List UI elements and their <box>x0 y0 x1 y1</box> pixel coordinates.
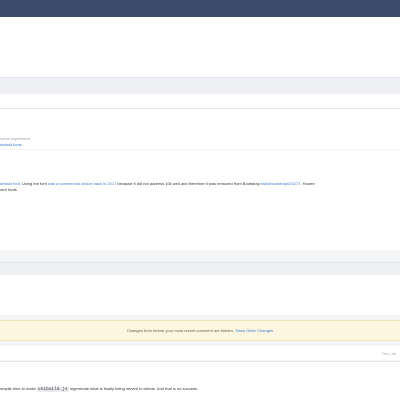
pager-date: Thu, Jul <box>381 351 396 356</box>
comment-text-segment: because it did not address 10k well and … <box>116 181 262 186</box>
comment-link-commercial-choice[interactable]: was a commercial choice back in 2017 <box>48 181 116 186</box>
comment-text-line-2: rent fonts. <box>0 187 18 192</box>
footer-text-prefix: ompile time to make <box>0 386 37 391</box>
comment-text-line-1: default font. Using the font was a comme… <box>0 181 315 186</box>
meta-line: some experience <box>0 136 31 141</box>
top-navigation-bar <box>0 0 400 17</box>
notice-text: Changes from before your most recent com… <box>0 328 400 333</box>
footer-comment: ompile time to make unibuild.js regenera… <box>0 362 400 400</box>
comment-link-default-font[interactable]: default font <box>0 181 20 186</box>
pager-bar: Thu, Jul <box>0 346 400 360</box>
inline-code: unibuild.js <box>36 387 69 392</box>
timeline-divider <box>0 262 400 276</box>
comment-text-segment: . Using the font <box>19 181 48 186</box>
show-older-changes-link[interactable]: Show Older Changes <box>235 328 273 333</box>
comment-body: default font. Using the font was a comme… <box>0 150 400 250</box>
timeline-panel <box>0 275 400 315</box>
footer-text-suffix: regenerate what is finally being served … <box>68 386 199 391</box>
footer-comment-text: ompile time to make unibuild.js regenera… <box>0 386 198 392</box>
meta-link[interactable]: default fonts. <box>0 142 23 147</box>
section-divider-bar <box>0 77 400 95</box>
header-panel <box>0 17 400 77</box>
section-meta-panel: some experience default fonts. <box>0 109 400 149</box>
section-subheader <box>0 94 400 108</box>
notice-message: Changes from before your most recent com… <box>126 328 234 333</box>
comment-text-segment: . Howev <box>300 181 315 186</box>
hidden-changes-notice: Changes from before your most recent com… <box>0 320 400 341</box>
comment-link-bootstrap-issue[interactable]: twbs/bootstrap#23277 <box>261 181 300 186</box>
